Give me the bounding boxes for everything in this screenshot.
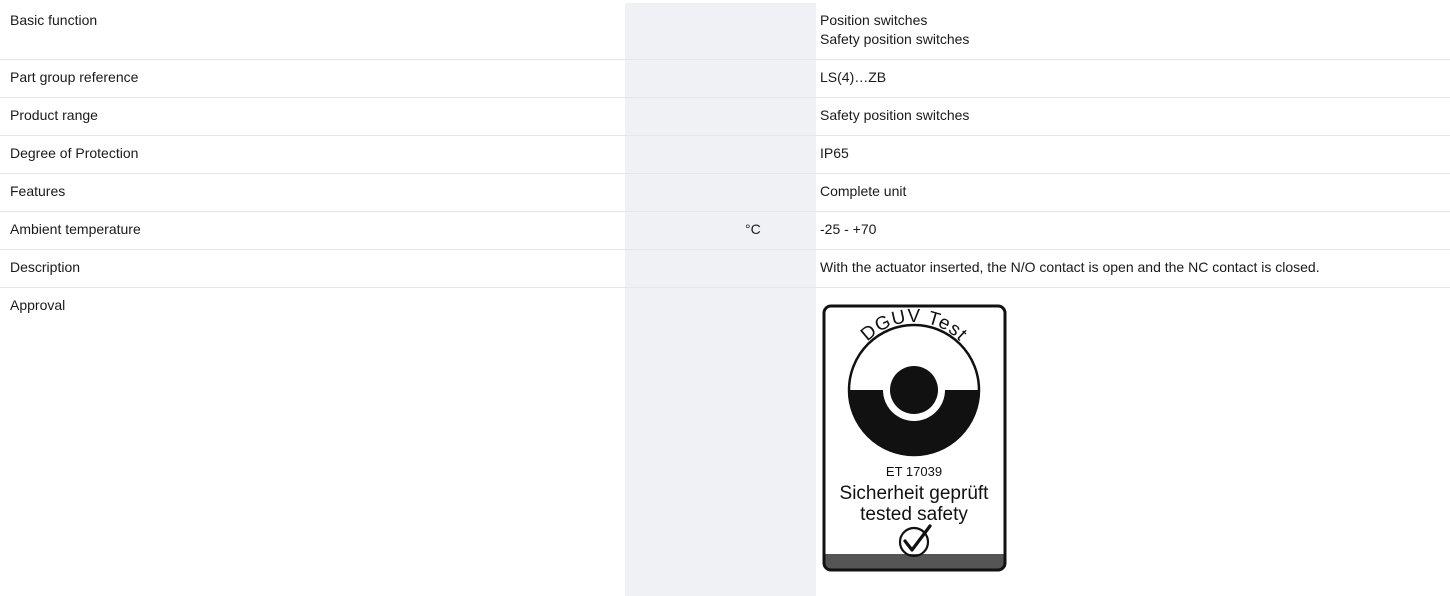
row-approval: Approval [0,288,1450,596]
row-unit [739,3,816,60]
row-value: IP65 [816,136,1450,174]
empty-cell [625,174,739,212]
row-value: Safety position switches [816,98,1450,136]
badge-line-de: Sicherheit geprüft [840,483,990,504]
value-line: -25 - +70 [820,220,1450,239]
row-value: Complete unit [816,174,1450,212]
spec-table: Basic function Position switches Safety … [0,3,1450,596]
value-line: LS(4)…ZB [820,68,1450,87]
row-value: With the actuator inserted, the N/O cont… [816,250,1450,288]
row-unit [739,250,816,288]
row-unit [739,98,816,136]
dguv-test-badge: DGUV Test ET 17039 Sicherheit geprüft te… [820,302,1009,574]
value-line: Safety position switches [820,106,1450,125]
row-unit: °C [739,212,816,250]
row-unit [739,288,816,596]
row-features: Features Complete unit [0,174,1450,212]
empty-cell [625,212,739,250]
row-label: Description [0,250,625,288]
row-basic-function: Basic function Position switches Safety … [0,3,1450,60]
value-line: Position switches [820,11,1450,30]
row-value: LS(4)…ZB [816,60,1450,98]
empty-cell [625,98,739,136]
row-value: Position switches Safety position switch… [816,3,1450,60]
dguv-badge-graphic: DGUV Test ET 17039 Sicherheit geprüft te… [820,302,1009,574]
row-unit [739,174,816,212]
row-label: Features [0,174,625,212]
row-degree-of-protection: Degree of Protection IP65 [0,136,1450,174]
row-unit [739,60,816,98]
value-line: With the actuator inserted, the N/O cont… [820,258,1450,277]
value-line: Complete unit [820,182,1450,201]
row-value: DGUV Test ET 17039 Sicherheit geprüft te… [816,288,1450,596]
row-ambient-temperature: Ambient temperature °C -25 - +70 [0,212,1450,250]
value-line: IP65 [820,144,1450,163]
empty-cell [625,288,739,596]
empty-cell [625,60,739,98]
row-value: -25 - +70 [816,212,1450,250]
row-label: Ambient temperature [0,212,625,250]
row-unit [739,136,816,174]
value-line: Safety position switches [820,30,1450,49]
row-label: Approval [0,288,625,596]
row-part-group-reference: Part group reference LS(4)…ZB [0,60,1450,98]
empty-cell [625,250,739,288]
empty-cell [625,3,739,60]
empty-cell [625,136,739,174]
row-label: Degree of Protection [0,136,625,174]
badge-line-en: tested safety [860,504,968,525]
row-label: Product range [0,98,625,136]
seal-center-dot [890,366,938,414]
row-label: Part group reference [0,60,625,98]
row-label: Basic function [0,3,625,60]
row-product-range: Product range Safety position switches [0,98,1450,136]
cert-number: ET 17039 [886,464,942,479]
row-description: Description With the actuator inserted, … [0,250,1450,288]
